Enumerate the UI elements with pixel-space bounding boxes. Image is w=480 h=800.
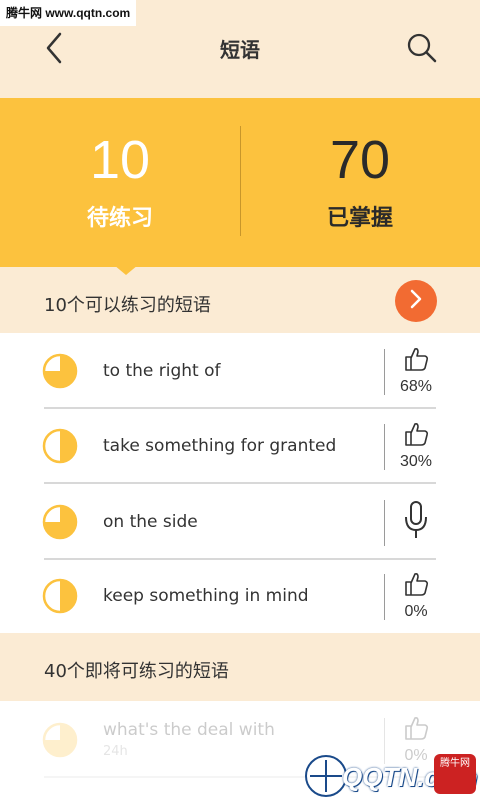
unlock-time: 24h — [103, 744, 128, 759]
search-icon — [406, 32, 438, 68]
chevron-right-icon — [409, 289, 423, 313]
row-divider — [384, 574, 385, 620]
thumbs-up-icon — [402, 348, 430, 377]
like-button[interactable]: 30% — [394, 420, 438, 476]
progress-icon — [42, 722, 78, 758]
phrase-text: to the right of — [103, 361, 221, 381]
phrase-text: take something for granted — [103, 436, 337, 456]
stats-panel: 10 待练习 70 已掌握 — [0, 98, 480, 267]
phrase-text: on the side — [103, 512, 198, 532]
practice-go-button[interactable] — [395, 280, 437, 322]
like-percent: 0% — [404, 603, 428, 620]
progress-fill — [60, 580, 76, 612]
mastered-count: 70 — [329, 130, 391, 190]
progress-icon — [42, 428, 78, 464]
row-separator — [44, 482, 436, 484]
pending-stat[interactable]: 10 待练习 — [0, 98, 240, 267]
row-divider — [384, 424, 385, 470]
progress-icon — [42, 504, 78, 540]
like-percent: 30% — [399, 453, 433, 470]
microphone-icon — [403, 501, 429, 544]
row-divider — [384, 349, 385, 395]
thumbs-up-icon — [402, 423, 430, 452]
section-title: 10个可以练习的短语 — [44, 295, 211, 316]
row-separator — [44, 407, 436, 409]
like-button[interactable]: 0% — [394, 570, 438, 626]
watermark-text: 腾牛网 www.qqtn.com — [0, 0, 137, 26]
progress-icon — [42, 353, 78, 389]
selection-pointer — [114, 265, 138, 275]
phrase-row[interactable]: on the side — [0, 486, 480, 560]
watermark-logo: QQTN.com 腾牛网 — [300, 748, 480, 800]
row-divider — [384, 500, 385, 546]
section-title: 40个即将可练习的短语 — [44, 661, 229, 682]
progress-fill — [60, 430, 76, 462]
pending-count: 10 — [89, 130, 151, 190]
mastered-stat[interactable]: 70 已掌握 — [240, 98, 480, 267]
pending-label: 待练习 — [86, 206, 153, 231]
progress-icon — [42, 578, 78, 614]
thumbs-up-icon — [402, 717, 430, 746]
phrase-row[interactable]: to the right of 68% — [0, 335, 480, 409]
search-button[interactable] — [402, 30, 442, 70]
like-button[interactable]: 68% — [394, 345, 438, 401]
phrase-text: keep something in mind — [103, 586, 309, 606]
watermark-badge: 腾牛网 — [434, 754, 476, 794]
section-header-upcoming: 40个即将可练习的短语 — [0, 633, 480, 701]
mastered-label: 已掌握 — [326, 206, 393, 231]
phrase-row[interactable]: keep something in mind 0% — [0, 560, 480, 634]
phrase-text: what's the deal with — [103, 720, 275, 740]
thumbs-up-icon — [402, 573, 430, 602]
phrase-row[interactable]: take something for granted 30% — [0, 410, 480, 484]
like-percent: 68% — [399, 378, 433, 395]
record-button[interactable] — [394, 500, 438, 556]
